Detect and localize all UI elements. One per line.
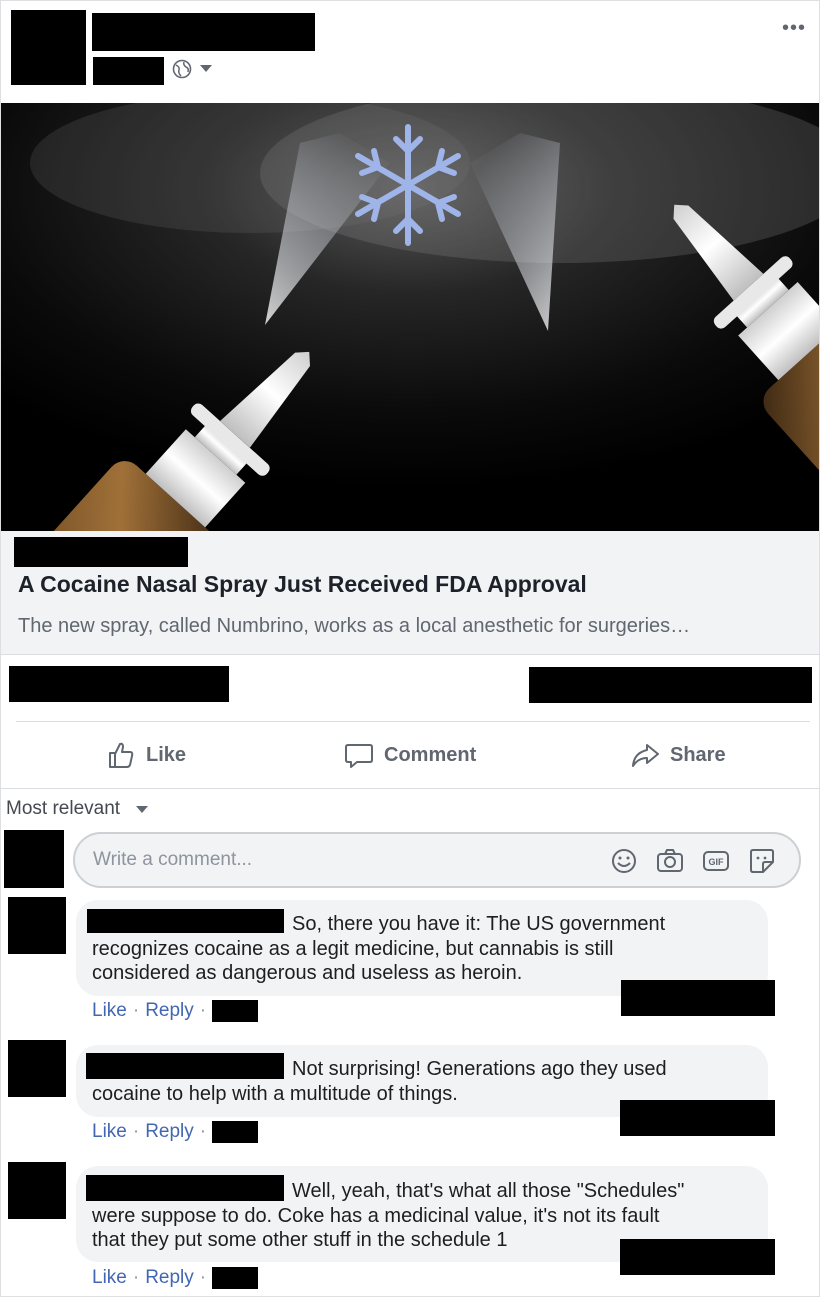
post-timestamp[interactable] [93, 57, 164, 85]
comment-text: Not surprising! Generations ago they use… [92, 1058, 667, 1105]
comment-actions: Like · Reply · [92, 1267, 259, 1289]
share-label: Share [670, 743, 726, 766]
comment-sort-dropdown[interactable]: Most relevant [6, 798, 149, 820]
like-button[interactable]: Like [106, 737, 186, 773]
globe-icon[interactable] [172, 59, 192, 79]
link-preview-card[interactable]: A Cocaine Nasal Spray Just Received FDA … [0, 531, 820, 655]
reaction-summary[interactable] [9, 666, 229, 702]
sticker-icon[interactable] [747, 846, 777, 876]
divider [16, 721, 810, 722]
link-description: The new spray, called Numbrino, works as… [18, 615, 691, 637]
privacy-dropdown-caret[interactable] [200, 65, 212, 72]
comment-text: Well, yeah, that's what all those "Sched… [92, 1180, 685, 1251]
comment-bubble-icon [345, 744, 373, 768]
emoji-icon[interactable] [609, 846, 639, 876]
comment-like-link[interactable]: Like [92, 1121, 127, 1143]
comment-composer[interactable]: GIF [73, 832, 801, 888]
comment-timestamp[interactable] [212, 1121, 259, 1143]
comment-share-count[interactable] [529, 667, 812, 703]
share-button[interactable]: Share [630, 737, 726, 773]
comment-reactions[interactable] [620, 1239, 775, 1275]
comment-like-link[interactable]: Like [92, 1267, 127, 1289]
link-title[interactable]: A Cocaine Nasal Spray Just Received FDA … [18, 571, 587, 598]
sort-label: Most relevant [6, 798, 121, 819]
commenter-avatar[interactable] [8, 897, 66, 954]
chevron-down-icon [136, 805, 149, 813]
share-arrow-icon [632, 744, 659, 767]
link-source-domain [14, 537, 188, 567]
comment-reply-link[interactable]: Reply [145, 1267, 194, 1289]
comment-text: So, there you have it: The US government… [92, 913, 666, 984]
author-avatar[interactable] [11, 10, 86, 85]
like-label: Like [146, 743, 187, 766]
comment-button[interactable]: Comment [344, 737, 476, 773]
link-preview-image[interactable] [0, 103, 820, 531]
comment-actions: Like · Reply · [92, 1121, 259, 1143]
comment-reply-link[interactable]: Reply [145, 1000, 194, 1022]
comment-input[interactable] [93, 846, 593, 874]
comment-timestamp[interactable] [212, 1267, 259, 1289]
comment-timestamp[interactable] [212, 1000, 259, 1022]
viewer-avatar[interactable] [4, 830, 64, 888]
comment-label: Comment [384, 743, 477, 766]
author-name[interactable] [92, 13, 315, 51]
comment-reactions[interactable] [620, 1100, 775, 1136]
commenter-avatar[interactable] [8, 1162, 66, 1219]
camera-icon[interactable] [655, 846, 685, 876]
divider [0, 788, 820, 789]
gif-icon[interactable]: GIF [701, 846, 731, 876]
thumbs-up-icon [109, 742, 134, 768]
comment-actions: Like · Reply · [92, 1000, 259, 1022]
commenter-avatar[interactable] [8, 1040, 66, 1097]
comment-reactions[interactable] [621, 980, 775, 1016]
comment-like-link[interactable]: Like [92, 1000, 127, 1022]
svg-text:GIF: GIF [709, 857, 725, 867]
comment-reply-link[interactable]: Reply [145, 1121, 194, 1143]
more-options-button[interactable]: ••• [782, 18, 806, 38]
